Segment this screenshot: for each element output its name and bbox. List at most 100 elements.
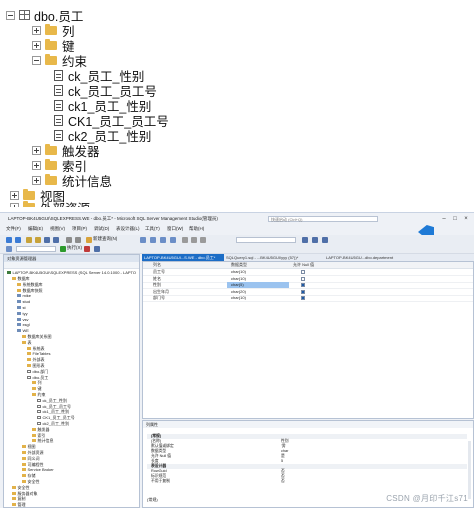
cancel-query-icon[interactable]: [84, 246, 90, 252]
tree-node[interactable]: 表: [22, 340, 32, 345]
tree-node[interactable]: 安全性: [22, 479, 40, 484]
tree-node[interactable]: ck2_员工_性别: [37, 421, 69, 426]
expand-icon[interactable]: [32, 40, 41, 50]
redo-icon[interactable]: [75, 237, 81, 243]
data-type-cell[interactable]: char(10): [227, 295, 289, 301]
expand-icon[interactable]: [32, 160, 41, 170]
search-icon[interactable]: [302, 237, 308, 243]
collapse-icon[interactable]: [32, 55, 41, 65]
quick-launch-input[interactable]: 快速启动 (Ctrl+Q): [268, 216, 378, 222]
minimize-icon[interactable]: –: [440, 215, 448, 223]
tree-node-external-resources[interactable]: 外部资源: [10, 199, 90, 207]
mdx-icon[interactable]: [150, 237, 156, 243]
tree-node[interactable]: Service Broker: [22, 467, 54, 472]
tree-node[interactable]: 键: [32, 386, 42, 391]
allow-null-checkbox[interactable]: [301, 296, 305, 300]
expand-icon[interactable]: [32, 175, 41, 185]
data-type-cell[interactable]: char(20): [227, 289, 289, 295]
tree-node[interactable]: 图形表: [27, 363, 45, 368]
tree-node[interactable]: dbo.员工: [27, 375, 48, 380]
solution-config-dropdown[interactable]: [236, 237, 296, 243]
tree-node[interactable]: 可编程性: [22, 462, 44, 467]
database-icon[interactable]: [140, 237, 146, 243]
menu-file[interactable]: 文件(F): [6, 226, 21, 232]
tree-node[interactable]: 服务器对象: [12, 491, 38, 496]
copy-icon[interactable]: [191, 237, 197, 243]
new-query-icon[interactable]: [86, 237, 92, 243]
tree-node[interactable]: st: [17, 305, 26, 310]
property-value[interactable]: 否: [281, 479, 285, 484]
cut-icon[interactable]: [182, 237, 188, 243]
column-name-cell[interactable]: 姓名: [153, 276, 161, 282]
expand-icon[interactable]: [10, 202, 19, 207]
tab-table-designer[interactable]: LAPTOP-BK4U5GUI...S.WE - dbo.员工*: [142, 254, 224, 261]
tree-node[interactable]: 安全性: [12, 485, 30, 490]
collapse-icon[interactable]: [6, 10, 15, 20]
save-icon[interactable]: [44, 237, 50, 243]
column-name-cell[interactable]: 性别: [153, 282, 161, 288]
paste-icon[interactable]: [200, 237, 206, 243]
new-file-icon[interactable]: [26, 237, 32, 243]
column-name-cell[interactable]: 出生年月: [153, 289, 169, 295]
tree-node[interactable]: ck1_员工_性别: [37, 409, 69, 414]
server-node[interactable]: LAPTOP-BK4U5GUI\SQLEXPRESS (SQL Server 1…: [7, 270, 136, 275]
tree-node[interactable]: xsgl: [17, 322, 30, 327]
designer-row[interactable]: 部门号 char(10): [143, 295, 473, 302]
back-icon[interactable]: [6, 237, 12, 243]
data-type-cell[interactable]: char(10): [227, 269, 289, 275]
close-icon[interactable]: ×: [462, 215, 470, 223]
tree-node[interactable]: 系统表: [27, 346, 45, 351]
tree-node[interactable]: mike: [17, 293, 31, 298]
tree-node[interactable]: 数据库: [12, 276, 30, 281]
tree-node[interactable]: 管理: [12, 502, 26, 507]
open-icon[interactable]: [35, 237, 41, 243]
tree-node[interactable]: 数据库快照: [17, 288, 43, 293]
tree-node[interactable]: ck_员工_性别: [37, 398, 67, 403]
tree-node[interactable]: 存储: [22, 473, 36, 478]
property-row[interactable]: 不用于复制 否: [147, 479, 467, 484]
tab-sql-query[interactable]: SQLQuery1.sql - ...BK4U5GUI\yyy (57))*: [224, 254, 324, 261]
allow-null-checkbox[interactable]: [301, 283, 305, 287]
tree-node[interactable]: 视图: [22, 444, 36, 449]
tree-node[interactable]: vsv: [17, 317, 29, 322]
menu-edit[interactable]: 编辑(E): [28, 226, 43, 232]
tree-node[interactable]: dbo.部门: [27, 369, 48, 374]
allow-null-checkbox[interactable]: [301, 270, 305, 274]
tree-node[interactable]: 复制: [12, 496, 26, 501]
column-name-cell[interactable]: 部门号: [153, 295, 165, 301]
tree-node[interactable]: 外部表: [27, 357, 45, 362]
new-query-button[interactable]: 新建查询(N): [93, 236, 117, 242]
menu-project[interactable]: 项目(P): [72, 226, 87, 232]
tree-node[interactable]: 统计信息: [32, 438, 54, 443]
forward-icon[interactable]: [15, 237, 21, 243]
menu-view[interactable]: 视图(V): [50, 226, 65, 232]
tree-node[interactable]: FileTables: [27, 351, 51, 356]
column-properties-tab[interactable]: 列属性: [143, 421, 473, 428]
database-dropdown[interactable]: [16, 246, 56, 252]
column-name-cell[interactable]: 员工号: [153, 269, 165, 275]
tree-node[interactable]: tyy: [17, 311, 28, 316]
expand-icon[interactable]: [32, 25, 41, 35]
tree-node[interactable]: WE: [17, 328, 29, 333]
tree-node[interactable]: 索引: [32, 433, 46, 438]
tree-node[interactable]: 系统数据库: [17, 282, 43, 287]
parse-icon[interactable]: [94, 246, 100, 252]
properties-icon[interactable]: [312, 237, 318, 243]
tree-node[interactable]: stud: [17, 299, 30, 304]
property-scrollbar[interactable]: [468, 441, 471, 499]
menu-debug[interactable]: 调试(D): [94, 226, 109, 232]
allow-null-checkbox[interactable]: [301, 289, 305, 294]
undo-icon[interactable]: [66, 237, 72, 243]
menu-help[interactable]: 帮助(H): [189, 226, 204, 232]
data-type-cell[interactable]: char(10): [227, 276, 289, 282]
tree-node[interactable]: 触发器: [32, 427, 50, 432]
data-type-cell[interactable]: char(5): [227, 282, 289, 288]
tree-node[interactable]: 约束: [32, 392, 46, 397]
connect-icon[interactable]: [6, 246, 12, 252]
execute-button[interactable]: 执行(X): [67, 245, 82, 251]
menu-table-designer[interactable]: 表设计器(L): [116, 226, 140, 232]
tree-node[interactable]: ck_员工_员工号: [37, 404, 71, 409]
expand-icon[interactable]: [32, 145, 41, 155]
tree-node[interactable]: 同义词: [22, 456, 40, 461]
xmla-icon[interactable]: [170, 237, 176, 243]
